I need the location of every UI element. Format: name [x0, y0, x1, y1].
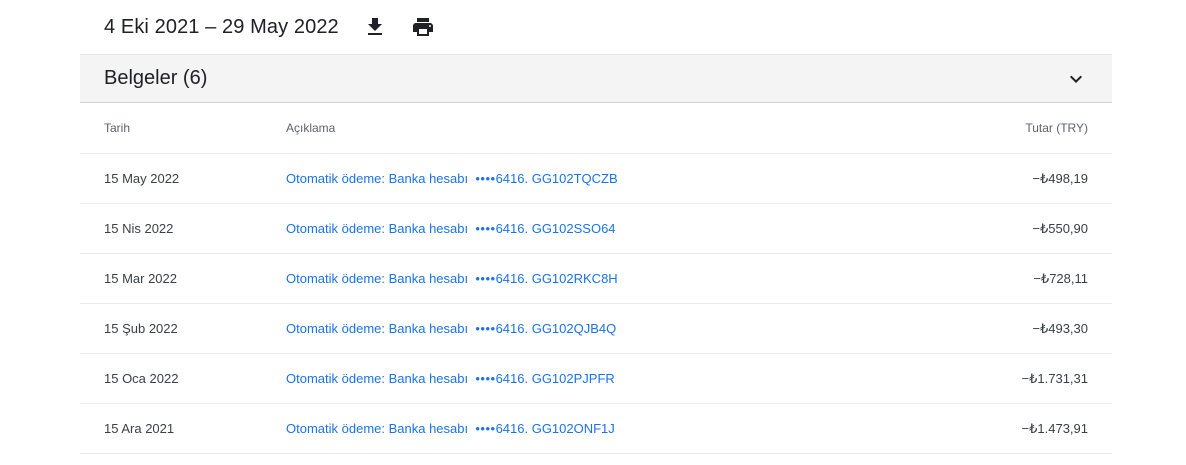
row-amount: −₺498,19 — [1032, 170, 1088, 186]
desc-suffix: 6416. GG102ONF1J — [495, 421, 615, 436]
desc-prefix: Otomatik ödeme: Banka hesabı — [286, 421, 469, 436]
masked-digits: •••• — [475, 171, 496, 186]
documents-section-header[interactable]: Belgeler (6) — [80, 54, 1112, 103]
date-range-label: 4 Eki 2021 – 29 May 2022 — [104, 15, 339, 38]
row-description-link[interactable]: Otomatik ödeme: Banka hesabı ••••6416. G… — [286, 371, 615, 386]
row-description-link[interactable]: Otomatik ödeme: Banka hesabı ••••6416. G… — [286, 221, 616, 236]
chevron-down-icon — [1070, 75, 1082, 83]
row-date: 15 Oca 2022 — [104, 371, 179, 386]
print-icon — [412, 18, 433, 36]
row-description-link[interactable]: Otomatik ödeme: Banka hesabı ••••6416. G… — [286, 171, 618, 186]
table-row: 15 Şub 2022 Otomatik ödeme: Banka hesabı… — [80, 304, 1112, 354]
desc-suffix: 6416. GG102TQCZB — [495, 171, 618, 186]
row-amount: −₺1.731,31 — [1021, 370, 1088, 386]
print-button[interactable] — [411, 15, 435, 39]
desc-prefix: Otomatik ödeme: Banka hesabı — [286, 321, 469, 336]
row-amount: −₺550,90 — [1032, 220, 1088, 236]
row-amount: −₺493,30 — [1032, 320, 1088, 336]
table-row: 15 Mar 2022 Otomatik ödeme: Banka hesabı… — [80, 254, 1112, 304]
masked-digits: •••• — [475, 221, 496, 236]
row-description-link[interactable]: Otomatik ödeme: Banka hesabı ••••6416. G… — [286, 421, 615, 436]
row-description-link[interactable]: Otomatik ödeme: Banka hesabı ••••6416. G… — [286, 271, 618, 286]
table-row: 15 May 2022 Otomatik ödeme: Banka hesabı… — [80, 154, 1112, 204]
documents-panel: 4 Eki 2021 – 29 May 2022 Belgeler (6) Ta… — [80, 0, 1112, 454]
section-title: Belgeler (6) — [104, 67, 208, 89]
download-button[interactable] — [363, 15, 387, 39]
column-header-date: Tarih — [104, 121, 131, 135]
row-amount: −₺1.473,91 — [1021, 420, 1088, 436]
row-amount: −₺728,11 — [1033, 270, 1088, 286]
row-date: 15 Mar 2022 — [104, 271, 177, 286]
table-row: 15 Oca 2022 Otomatik ödeme: Banka hesabı… — [80, 354, 1112, 404]
row-date: 15 Şub 2022 — [104, 321, 178, 336]
table-body: 15 May 2022 Otomatik ödeme: Banka hesabı… — [80, 154, 1112, 454]
row-date: 15 Ara 2021 — [104, 421, 175, 436]
desc-suffix: 6416. GG102QJB4Q — [495, 321, 617, 336]
desc-prefix: Otomatik ödeme: Banka hesabı — [286, 371, 469, 386]
row-date: 15 Nis 2022 — [104, 221, 174, 236]
desc-suffix: 6416. GG102PJPFR — [495, 371, 615, 386]
masked-digits: •••• — [475, 271, 496, 286]
table-row: 15 Ara 2021 Otomatik ödeme: Banka hesabı… — [80, 404, 1112, 454]
desc-prefix: Otomatik ödeme: Banka hesabı — [286, 271, 469, 286]
table-row: 15 Nis 2022 Otomatik ödeme: Banka hesabı… — [80, 204, 1112, 254]
desc-prefix: Otomatik ödeme: Banka hesabı — [286, 171, 469, 186]
column-header-description: Açıklama — [286, 121, 336, 135]
download-icon — [367, 18, 382, 35]
row-description-link[interactable]: Otomatik ödeme: Banka hesabı ••••6416. G… — [286, 321, 616, 336]
masked-digits: •••• — [475, 421, 496, 436]
masked-digits: •••• — [475, 321, 496, 336]
desc-prefix: Otomatik ödeme: Banka hesabı — [286, 221, 469, 236]
desc-suffix: 6416. GG102SSO64 — [495, 221, 616, 236]
masked-digits: •••• — [475, 371, 496, 386]
row-date: 15 May 2022 — [104, 171, 180, 186]
column-header-amount: Tutar (TRY) — [1025, 121, 1088, 135]
desc-suffix: 6416. GG102RKC8H — [495, 271, 618, 286]
expand-collapse-toggle[interactable] — [1064, 67, 1088, 91]
table-header: Tarih Açıklama Tutar (TRY) — [80, 103, 1112, 154]
date-range-header: 4 Eki 2021 – 29 May 2022 — [80, 0, 1112, 54]
